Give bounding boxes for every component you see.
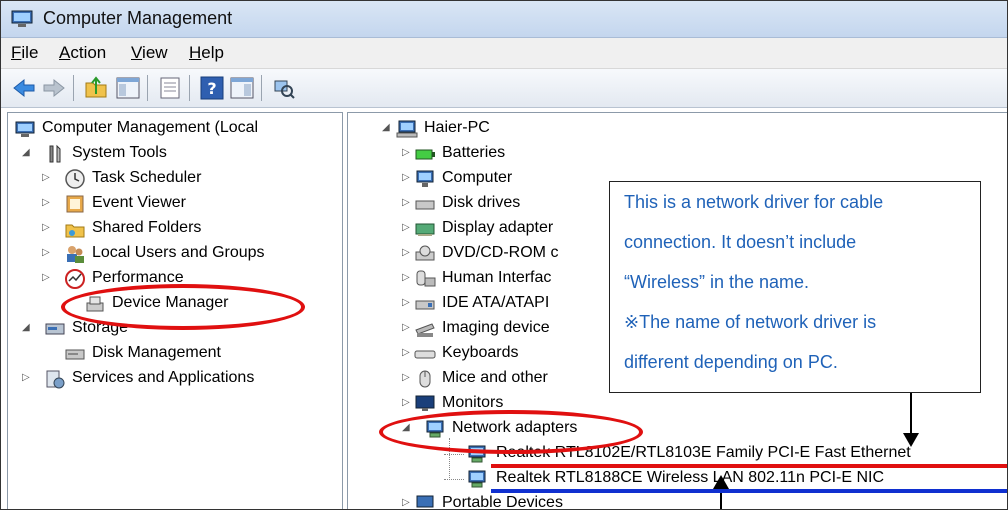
computer-management-window: Computer Management File Action View Hel… <box>0 0 1008 510</box>
underline-blue-wireless <box>491 489 1007 493</box>
annotation-arrows <box>713 393 919 509</box>
underline-red-ethernet <box>491 464 1007 468</box>
